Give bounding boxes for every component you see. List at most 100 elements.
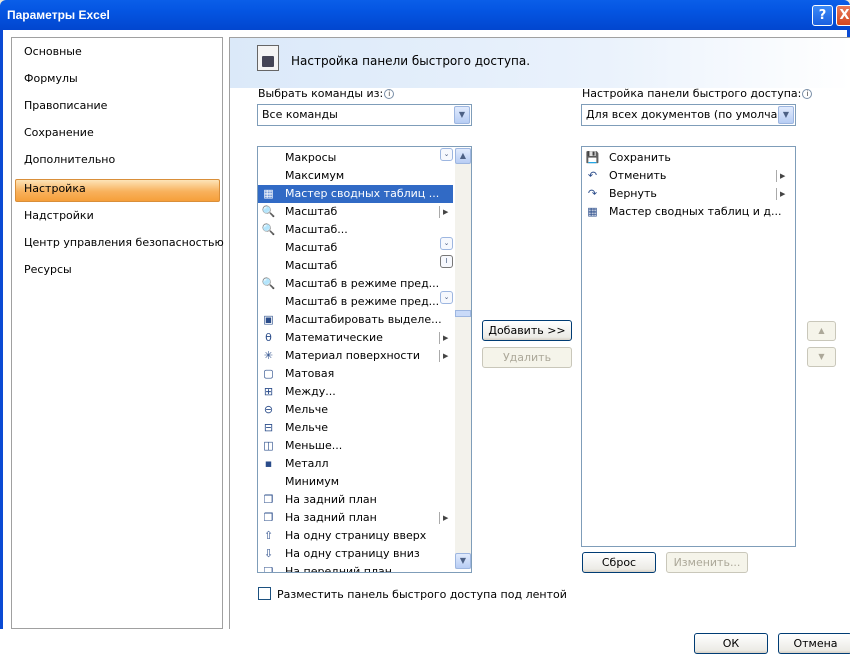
nav-item-resources[interactable]: Ресурсы <box>24 263 72 276</box>
command-item[interactable]: ▪ Металл <box>258 455 453 473</box>
matte-icon: ▢ <box>263 367 274 380</box>
command-item[interactable]: ⇧ На одну страницу вверх <box>258 527 453 545</box>
scroll-up-icon[interactable]: ▲ <box>455 148 471 164</box>
command-item[interactable]: Масштаб в режиме пред... <box>258 293 453 311</box>
blank-icon <box>261 169 276 183</box>
cancel-button[interactable]: Отмена <box>778 633 850 654</box>
command-item[interactable]: 🔍 Масштаб ▶ <box>258 203 453 221</box>
remove-button[interactable]: Удалить <box>482 347 572 368</box>
between-icon: ⊞ <box>263 385 274 398</box>
ok-button[interactable]: ОК <box>694 633 768 654</box>
scroll-down-icon[interactable]: ▼ <box>455 553 471 569</box>
nav-item-addins[interactable]: Надстройки <box>24 209 94 222</box>
command-item[interactable]: ❐ На задний план ▶ <box>258 509 453 527</box>
commands-scrollbar[interactable]: ▲ ▼ <box>455 148 471 569</box>
command-item[interactable]: Максимум <box>258 167 453 185</box>
command-item[interactable]: ⇩ На одну страницу вниз <box>258 545 453 563</box>
command-item[interactable]: Макросы <box>258 149 453 167</box>
info-icon: i <box>802 89 813 99</box>
customize-qat-label: Настройка панели быстрого доступа: i <box>582 87 813 100</box>
qat-item[interactable]: ↷ Вернуть ▶ <box>582 185 795 203</box>
front-icon: ❏ <box>263 565 274 573</box>
table-icon: ▦ <box>263 187 274 200</box>
material-icon: ✳ <box>263 349 274 362</box>
command-item[interactable]: ▢ Матовая <box>258 365 453 383</box>
chevron-down-icon[interactable]: ▼ <box>778 106 794 124</box>
command-item[interactable]: 🔍 Масштаб в режиме пред... <box>258 275 453 293</box>
command-item[interactable]: ⊖ Мельче <box>258 401 453 419</box>
move-down-button[interactable]: ▼ <box>807 347 836 367</box>
command-item[interactable]: ▦ Мастер сводных таблиц ... <box>258 185 453 203</box>
item-label: На одну страницу вниз <box>285 547 420 560</box>
back-icon: ❐ <box>263 493 274 506</box>
nav-item-proofing[interactable]: Правописание <box>24 99 107 112</box>
reset-button[interactable]: Сброс <box>582 552 656 573</box>
item-label: Масштаб в режиме пред... <box>285 295 440 308</box>
command-item[interactable]: θ Математические ▶ <box>258 329 453 347</box>
close-button[interactable]: X <box>836 5 850 26</box>
submenu-arrow-icon: ▶ <box>443 352 449 360</box>
title-bar: Параметры Excel ? X <box>0 0 850 30</box>
zoom-icon: 🔍 <box>261 277 276 290</box>
zoom-sel-icon: ▣ <box>263 313 274 326</box>
item-label: Сохранить <box>609 151 671 164</box>
item-label: Мастер сводных таблиц и д... <box>609 205 782 218</box>
item-label: Мельче <box>285 403 329 416</box>
submenu-arrow-icon: ▶ <box>780 172 786 180</box>
command-item[interactable]: ◫ Меньше... <box>258 437 453 455</box>
item-label: Масштаб <box>285 241 338 254</box>
submenu-arrow-icon: ▶ <box>443 208 449 216</box>
qat-below-ribbon-checkbox[interactable] <box>258 587 271 600</box>
item-label: На задний план <box>285 493 377 506</box>
command-item[interactable]: ⊟ Мельче <box>258 419 453 437</box>
table-icon: ▦ <box>587 205 598 218</box>
scroll-thumb[interactable] <box>455 310 471 317</box>
qat-below-ribbon-label: Разместить панель быстрого доступа под л… <box>277 588 567 601</box>
nav-item-advanced[interactable]: Дополнительно <box>24 153 115 166</box>
item-label: Математические <box>285 331 383 344</box>
window-title: Параметры Excel <box>7 8 110 22</box>
metal-icon: ▪ <box>264 457 273 470</box>
help-button[interactable]: ? <box>812 5 833 26</box>
nav-item-trust-center[interactable]: Центр управления безопасностью <box>24 236 224 249</box>
nav-item-formulas[interactable]: Формулы <box>24 72 78 85</box>
info-icon: i <box>384 89 395 99</box>
command-item[interactable]: Минимум <box>258 473 453 491</box>
command-item[interactable]: ⊞ Между... <box>258 383 453 401</box>
item-label: Максимум <box>285 169 345 182</box>
blank-icon <box>261 475 276 489</box>
page-up-icon: ⇧ <box>263 529 274 542</box>
add-button[interactable]: Добавить >> <box>482 320 572 341</box>
commands-list[interactable]: ⌄ ⌄ I ⌄ ▲ ▼ Макросы Максимум ▦ Мастер сводн… <box>257 146 472 573</box>
qat-item[interactable]: ↶ Отменить ▶ <box>582 167 795 185</box>
nav-item-customize[interactable]: Настройка <box>24 182 86 195</box>
command-item[interactable]: 🔍 Масштаб... <box>258 221 453 239</box>
modify-button[interactable]: Изменить... <box>666 552 748 573</box>
chevron-down-icon[interactable]: ▼ <box>454 106 470 124</box>
command-item[interactable]: Масштаб <box>258 257 453 275</box>
qat-list[interactable]: 💾 Сохранить ↶ Отменить ▶ ↷ Вернуть ▶ ▦ Мастер сво… <box>581 146 796 547</box>
command-item[interactable]: ❐ На задний план <box>258 491 453 509</box>
submenu-arrow-icon: ▶ <box>443 334 449 342</box>
move-up-button[interactable]: ▲ <box>807 321 836 341</box>
choose-commands-dropdown[interactable]: Все команды ▼ <box>257 104 472 126</box>
command-item[interactable]: ▣ Масштабировать выделе... <box>258 311 453 329</box>
less-icon: ◫ <box>263 439 274 452</box>
command-item[interactable]: ✳ Материал поверхности ▶ <box>258 347 453 365</box>
save-icon: 💾 <box>585 151 600 164</box>
item-label: На одну страницу вверх <box>285 529 427 542</box>
nav-item-basic[interactable]: Основные <box>24 45 82 58</box>
customize-qat-dropdown[interactable]: Для всех документов (по умолча... ▼ <box>581 104 796 126</box>
section-title: Настройка панели быстрого доступа. <box>291 54 531 68</box>
close-icon: X <box>839 8 850 23</box>
blank-icon <box>261 151 276 165</box>
item-label: Масштабировать выделе... <box>285 313 442 326</box>
qat-item[interactable]: 💾 Сохранить <box>582 149 795 167</box>
nav-item-save[interactable]: Сохранение <box>24 126 94 139</box>
command-item[interactable]: ❏ На передний план <box>258 563 453 573</box>
item-label: Минимум <box>285 475 340 488</box>
qat-item[interactable]: ▦ Мастер сводных таблиц и д... <box>582 203 795 221</box>
qat-header-icon <box>257 45 279 71</box>
command-item[interactable]: Масштаб <box>258 239 453 257</box>
item-label: Материал поверхности <box>285 349 420 362</box>
